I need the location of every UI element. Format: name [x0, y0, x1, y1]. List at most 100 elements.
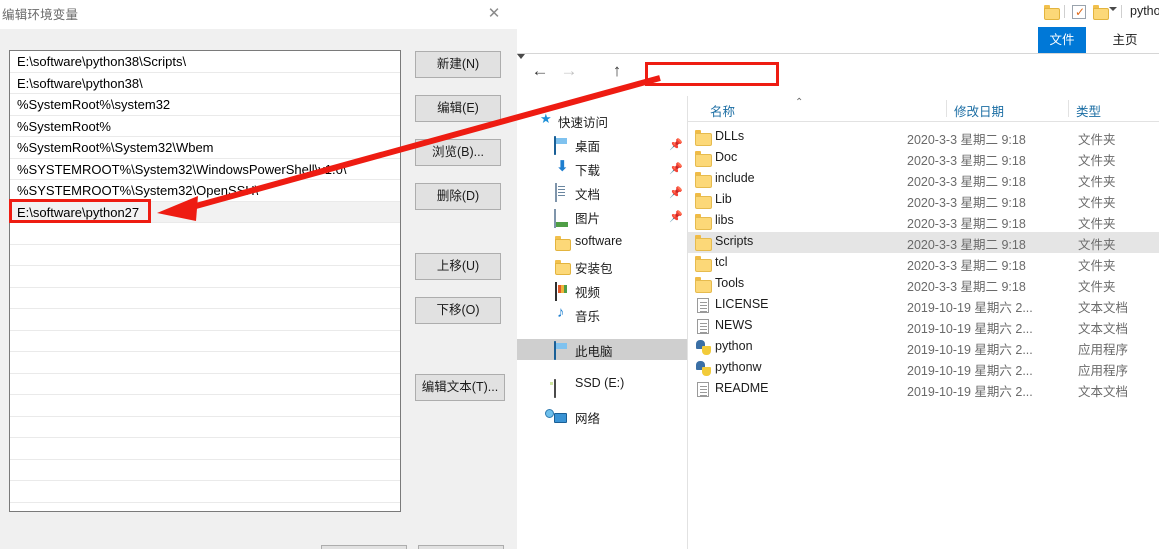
pin-icon[interactable]: 📌 — [669, 186, 683, 199]
list-item-empty[interactable] — [10, 288, 400, 309]
table-row[interactable]: pythonw 2019-10-19 星期六 2... 应用程序 — [688, 358, 1159, 379]
file-type: 文件夹 — [1078, 217, 1116, 231]
path-list[interactable]: E:\software\python38\Scripts\ E:\softwar… — [9, 50, 401, 512]
tab-home[interactable]: 主页 — [1103, 27, 1147, 53]
file-date: 2020-3-3 星期二 9:18 — [907, 217, 1026, 231]
tab-file[interactable]: 文件 — [1038, 27, 1086, 53]
table-row[interactable]: include 2020-3-3 星期二 9:18 文件夹 — [688, 169, 1159, 190]
pin-icon[interactable]: 📌 — [669, 210, 683, 223]
list-item-empty[interactable] — [10, 481, 400, 503]
file-date: 2019-10-19 星期六 2... — [907, 343, 1033, 357]
forward-icon[interactable]: → — [559, 62, 579, 80]
file-date: 2020-3-3 星期二 9:18 — [907, 259, 1026, 273]
pin-icon[interactable]: 📌 — [669, 162, 683, 175]
cancel-button[interactable]: 取消 — [418, 545, 504, 549]
sidebar-item-label: SSD (E:) — [575, 376, 625, 390]
list-item[interactable]: %SystemRoot%\System32\Wbem — [10, 137, 400, 159]
properties-checkmark-icon[interactable]: ✓ — [1072, 5, 1086, 19]
list-item-empty[interactable] — [10, 460, 400, 481]
folder-icon — [695, 235, 712, 251]
close-icon[interactable]: ✕ — [482, 3, 506, 25]
list-item-empty[interactable] — [10, 438, 400, 460]
dialog-title: 编辑环境变量 — [2, 8, 79, 22]
sidebar-item-ssd-e[interactable]: SSD (E:) — [517, 374, 687, 398]
new-button[interactable]: 新建(N) — [415, 51, 501, 78]
window-title: python27 — [1130, 4, 1159, 18]
python-icon — [696, 361, 711, 376]
table-row[interactable]: DLLs 2020-3-3 星期二 9:18 文件夹 — [688, 127, 1159, 148]
table-row[interactable]: tcl 2020-3-3 星期二 9:18 文件夹 — [688, 253, 1159, 274]
edit-text-button[interactable]: 编辑文本(T)... — [415, 374, 505, 401]
back-icon[interactable]: ← — [530, 62, 550, 80]
list-item[interactable]: E:\software\python38\Scripts\ — [10, 51, 400, 73]
file-type: 文本文档 — [1078, 322, 1129, 336]
list-item-empty[interactable] — [10, 352, 400, 374]
list-item-empty[interactable] — [10, 223, 400, 245]
up-icon[interactable]: ↑ — [607, 62, 627, 80]
divider[interactable] — [946, 100, 947, 117]
ribbon-tabs: 文件 主页 共享 查看 — [517, 27, 1159, 53]
file-name: Lib — [715, 192, 732, 206]
pin-icon[interactable]: 📌 — [669, 138, 683, 151]
delete-button[interactable]: 删除(D) — [415, 183, 501, 210]
sidebar-item-label: 文档 — [575, 188, 601, 202]
text-file-icon — [697, 298, 709, 313]
drive-icon — [554, 379, 556, 398]
list-item-empty[interactable] — [10, 266, 400, 288]
list-item-empty[interactable] — [10, 331, 400, 352]
list-item[interactable]: %SYSTEMROOT%\System32\WindowsPowerShell\… — [10, 159, 400, 180]
table-row[interactable]: NEWS 2019-10-19 星期六 2... 文本文档 — [688, 316, 1159, 337]
column-headers: 名称 ⌃ 修改日期 类型 — [688, 96, 1159, 122]
column-header-date[interactable]: 修改日期 — [954, 101, 1004, 120]
sidebar-item-quick-access[interactable]: ★ 快速访问 — [517, 110, 687, 131]
sidebar-item-pictures[interactable]: 图片 📌 — [517, 206, 687, 228]
table-row[interactable]: libs 2020-3-3 星期二 9:18 文件夹 — [688, 211, 1159, 232]
file-date: 2020-3-3 星期二 9:18 — [907, 154, 1026, 168]
divider[interactable] — [1068, 100, 1069, 117]
table-row[interactable]: README 2019-10-19 星期六 2... 文本文档 — [688, 379, 1159, 400]
chevron-down-icon[interactable] — [1109, 7, 1117, 11]
sidebar-item-music[interactable]: ♪ 音乐 — [517, 304, 687, 325]
browse-button[interactable]: 浏览(B)... — [415, 139, 501, 166]
sidebar-item-install-packages[interactable]: 安装包 — [517, 256, 687, 277]
sidebar-item-software[interactable]: software — [517, 232, 687, 253]
list-item-empty[interactable] — [10, 374, 400, 395]
list-item-empty[interactable] — [10, 309, 400, 331]
ok-button[interactable]: 确定 — [321, 545, 407, 549]
list-item-empty[interactable] — [10, 395, 400, 417]
file-type: 文件夹 — [1078, 280, 1116, 294]
file-name: pythonw — [715, 360, 762, 374]
table-row[interactable]: Lib 2020-3-3 星期二 9:18 文件夹 — [688, 190, 1159, 211]
sidebar-item-this-pc[interactable]: 此电脑 — [517, 339, 687, 360]
list-item-empty[interactable] — [10, 245, 400, 266]
list-item[interactable]: E:\software\python38\ — [10, 73, 400, 94]
table-row[interactable]: Tools 2020-3-3 星期二 9:18 文件夹 — [688, 274, 1159, 295]
sidebar-item-desktop[interactable]: 桌面 📌 — [517, 134, 687, 155]
list-item[interactable]: %SystemRoot%\system32 — [10, 94, 400, 116]
sidebar-item-label: 此电脑 — [575, 345, 613, 359]
recent-locations-chevron-icon[interactable] — [517, 54, 525, 59]
video-icon — [555, 282, 557, 301]
table-row-selected[interactable]: Scripts 2020-3-3 星期二 9:18 文件夹 — [688, 232, 1159, 253]
file-name: Tools — [715, 276, 745, 290]
table-row[interactable]: LICENSE 2019-10-19 星期六 2... 文本文档 — [688, 295, 1159, 316]
folder-icon — [695, 277, 712, 293]
move-down-button[interactable]: 下移(O) — [415, 297, 501, 324]
list-item-empty[interactable] — [10, 503, 400, 512]
file-date: 2019-10-19 星期六 2... — [907, 322, 1033, 336]
sidebar-item-videos[interactable]: 视频 — [517, 280, 687, 301]
monitor-icon — [554, 136, 556, 155]
move-up-button[interactable]: 上移(U) — [415, 253, 501, 280]
sidebar-item-downloads[interactable]: ⬇ 下载 📌 — [517, 158, 687, 179]
column-header-name[interactable]: 名称 — [710, 101, 735, 120]
sidebar-item-network[interactable]: 网络 — [517, 406, 687, 427]
sidebar-item-documents[interactable]: 文档 📌 — [517, 182, 687, 203]
new-folder-icon[interactable] — [1093, 5, 1109, 20]
list-item-empty[interactable] — [10, 417, 400, 438]
column-header-type[interactable]: 类型 — [1076, 101, 1101, 120]
navigation-pane: ★ 快速访问 桌面 📌 ⬇ 下载 📌 文档 📌 图片 📌 software 安装… — [517, 96, 687, 549]
list-item[interactable]: %SystemRoot% — [10, 116, 400, 137]
table-row[interactable]: Doc 2020-3-3 星期二 9:18 文件夹 — [688, 148, 1159, 169]
edit-button[interactable]: 编辑(E) — [415, 95, 501, 122]
table-row[interactable]: python 2019-10-19 星期六 2... 应用程序 — [688, 337, 1159, 358]
